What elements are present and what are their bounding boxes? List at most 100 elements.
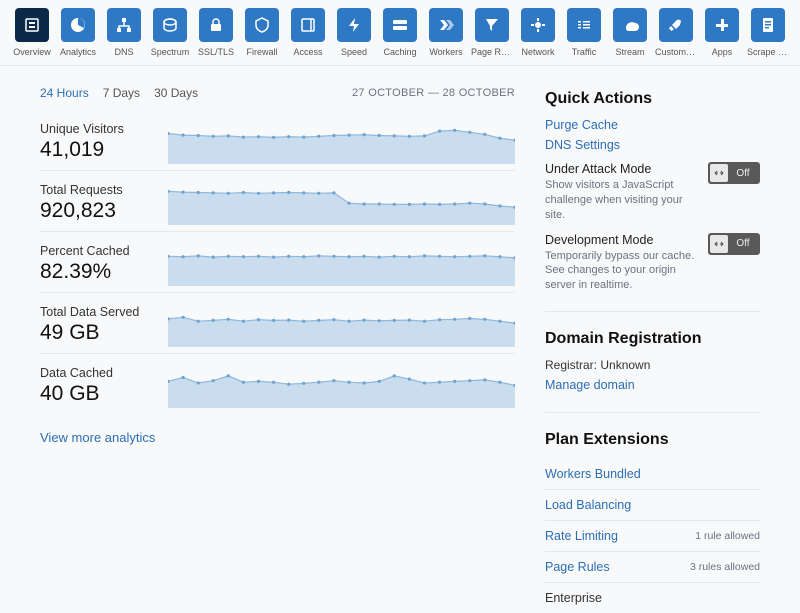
- dns-icon: [107, 8, 141, 42]
- view-more-analytics-link[interactable]: View more analytics: [40, 430, 155, 445]
- nav-firewall[interactable]: Firewall: [241, 8, 283, 65]
- nav-label: SSL/TLS: [198, 47, 234, 65]
- nav-label: Caching: [383, 47, 416, 65]
- plan-name[interactable]: Rate Limiting: [545, 529, 618, 543]
- metric-row-unique-visitors: Unique Visitors 41,019: [40, 110, 515, 170]
- pagerules-icon: [475, 8, 509, 42]
- toggle-knob-icon: [710, 164, 728, 182]
- nav-label: Stream: [615, 47, 644, 65]
- metric-value: 41,019: [40, 138, 150, 162]
- plan-row-page-rules: Page Rules 3 rules allowed: [545, 551, 760, 582]
- toggle-title: Under Attack Mode: [545, 162, 698, 176]
- sidebar: Quick Actions Purge Cache DNS Settings Un…: [545, 66, 760, 613]
- metric-row-total-data-served: Total Data Served 49 GB: [40, 292, 515, 353]
- nav-analytics[interactable]: Analytics: [57, 8, 99, 65]
- nav-label: Speed: [341, 47, 367, 65]
- nav-traffic[interactable]: Traffic: [563, 8, 605, 65]
- nav-label: Spectrum: [151, 47, 190, 65]
- metric-label: Unique Visitors: [40, 122, 150, 136]
- nav-workers[interactable]: Workers: [425, 8, 467, 65]
- apps-icon: [705, 8, 739, 42]
- range-tab-7-days[interactable]: 7 Days: [103, 86, 140, 100]
- nav-spectrum[interactable]: Spectrum: [149, 8, 191, 65]
- registrar-label: Registrar: Unknown: [545, 358, 650, 372]
- plan-row-rate-limiting: Rate Limiting1 rule allowed: [545, 520, 760, 551]
- nav-caching[interactable]: Caching: [379, 8, 421, 65]
- toggle-switch[interactable]: Off: [708, 233, 760, 255]
- qa-link-dns-settings[interactable]: DNS Settings: [545, 138, 760, 152]
- plan-meta: 3 rules allowed: [690, 561, 760, 573]
- overview-icon: [15, 8, 49, 42]
- access-icon: [291, 8, 325, 42]
- nav-label: Custom P...: [655, 47, 697, 65]
- toggle-state: Off: [728, 238, 758, 249]
- stream-icon: [613, 8, 647, 42]
- nav-label: Network: [521, 47, 554, 65]
- firewall-icon: [245, 8, 279, 42]
- nav-label: Scrape S...: [747, 47, 789, 65]
- nav-label: Workers: [429, 47, 462, 65]
- domain-registration-title: Domain Registration: [545, 330, 760, 348]
- nav-label: Traffic: [572, 47, 597, 65]
- nav-network[interactable]: Network: [517, 8, 559, 65]
- metric-value: 49 GB: [40, 321, 150, 345]
- ssltls-icon: [199, 8, 233, 42]
- analytics-icon: [61, 8, 95, 42]
- nav-overview[interactable]: Overview: [11, 8, 53, 65]
- metric-value: 82.39%: [40, 260, 150, 284]
- quick-actions-section: Quick Actions Purge Cache DNS Settings Un…: [545, 90, 760, 312]
- caching-icon: [383, 8, 417, 42]
- nav-custom[interactable]: Custom P...: [655, 8, 697, 65]
- metric-value: 920,823: [40, 199, 150, 223]
- nav-label: DNS: [114, 47, 133, 65]
- qa-toggle-development-mode: Development Mode Temporarily bypass our …: [545, 233, 760, 294]
- metric-row-data-cached: Data Cached 40 GB: [40, 353, 515, 414]
- manage-domain-link[interactable]: Manage domain: [545, 378, 760, 392]
- plan-row-enterprise: Enterprise: [545, 582, 760, 613]
- nav-stream[interactable]: Stream: [609, 8, 651, 65]
- toggle-desc: Show visitors a JavaScript challenge whe…: [545, 178, 698, 223]
- nav-access[interactable]: Access: [287, 8, 329, 65]
- nav-scrape[interactable]: Scrape S...: [747, 8, 789, 65]
- plan-name: Enterprise: [545, 591, 602, 605]
- top-nav: Overview Analytics DNS Spectrum SSL/TLS Firew…: [0, 0, 800, 66]
- plan-extensions-title: Plan Extensions: [545, 431, 760, 449]
- nav-pagerules[interactable]: Page Rules: [471, 8, 513, 65]
- nav-label: Overview: [13, 47, 51, 65]
- metric-label: Total Data Served: [40, 305, 150, 319]
- toggle-state: Off: [728, 168, 758, 179]
- plan-row-load-balancing: Load Balancing: [545, 489, 760, 520]
- plan-name[interactable]: Page Rules: [545, 560, 610, 574]
- metric-value: 40 GB: [40, 382, 150, 406]
- date-range-label: 27 OCTOBER — 28 OCTOBER: [352, 87, 515, 99]
- spectrum-icon: [153, 8, 187, 42]
- qa-toggle-under-attack-mode: Under Attack Mode Show visitors a JavaSc…: [545, 162, 760, 223]
- nav-dns[interactable]: DNS: [103, 8, 145, 65]
- metric-label: Percent Cached: [40, 244, 150, 258]
- range-tab-30-days[interactable]: 30 Days: [154, 86, 198, 100]
- toggle-desc: Temporarily bypass our cache. See change…: [545, 249, 698, 294]
- toggle-switch[interactable]: Off: [708, 162, 760, 184]
- plan-name[interactable]: Workers Bundled: [545, 467, 641, 481]
- toggle-knob-icon: [710, 235, 728, 253]
- range-tab-24-hours[interactable]: 24 Hours: [40, 86, 89, 100]
- qa-link-purge-cache[interactable]: Purge Cache: [545, 118, 760, 132]
- scrape-icon: [751, 8, 785, 42]
- overview-main: 24 Hours 7 Days 30 Days 27 OCTOBER — 28 OC…: [40, 66, 515, 613]
- plan-name[interactable]: Load Balancing: [545, 498, 631, 512]
- metric-chart: [168, 303, 515, 347]
- nav-label: Access: [293, 47, 322, 65]
- nav-apps[interactable]: Apps: [701, 8, 743, 65]
- metric-chart: [168, 120, 515, 164]
- nav-label: Page Rules: [471, 47, 513, 65]
- metric-chart: [168, 242, 515, 286]
- plan-row-workers-bundled: Workers Bundled: [545, 459, 760, 489]
- custom-icon: [659, 8, 693, 42]
- nav-ssltls[interactable]: SSL/TLS: [195, 8, 237, 65]
- domain-registration-section: Domain Registration Registrar: Unknown M…: [545, 330, 760, 413]
- metric-chart: [168, 364, 515, 408]
- nav-label: Analytics: [60, 47, 96, 65]
- quick-actions-title: Quick Actions: [545, 90, 760, 108]
- metric-label: Data Cached: [40, 366, 150, 380]
- nav-speed[interactable]: Speed: [333, 8, 375, 65]
